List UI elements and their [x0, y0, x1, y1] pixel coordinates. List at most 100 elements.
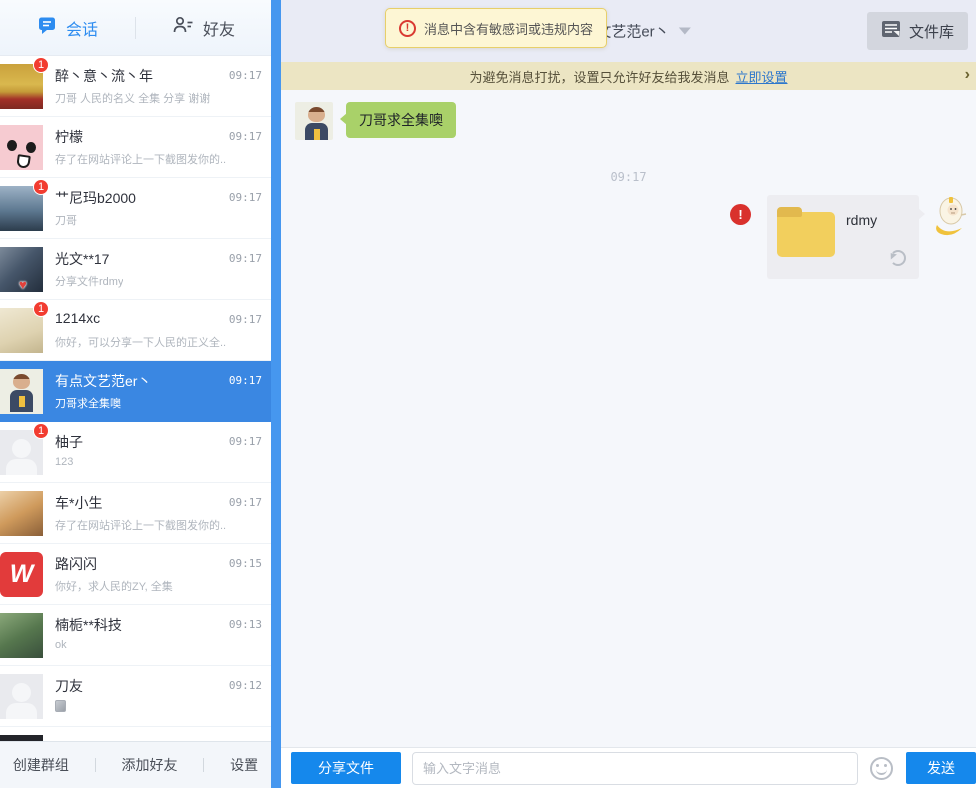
conversation-item[interactable]: 有点文艺范er丶 09:17 刀哥求全集噢 [0, 361, 271, 422]
heart-badge-icon: ♥ [19, 278, 27, 291]
conversation-time: 09:12 [229, 679, 262, 692]
add-friend-button[interactable]: 添加好友 [121, 755, 177, 775]
avatar [0, 491, 43, 536]
conversation-preview: 刀哥 人民的名义 全集 分享 谢谢 [55, 90, 210, 106]
chat-header: 有点文艺范er丶 文件库 ! 消息中含有敏感词或违规内容 [281, 0, 976, 62]
conversation-name: 刀友 [55, 676, 83, 696]
avatar [0, 369, 43, 414]
notice-bar: 为避免消息打扰，设置只允许好友给我发消息 立即设置 › [281, 62, 976, 90]
conversation-preview: ok [55, 639, 67, 651]
conversation-preview: 刀哥 [55, 212, 77, 228]
tab-label: 好友 [203, 16, 235, 40]
sidebar: 会话 好友 1 醉丶意丶流丶年 09:17 刀哥 人民的名义 全集 分享 谢谢 … [0, 0, 271, 788]
conversation-list: 1 醉丶意丶流丶年 09:17 刀哥 人民的名义 全集 分享 谢谢 柠檬 09:… [0, 56, 271, 741]
conversation-preview: 你好，可以分享一下人民的正义全.. [55, 334, 226, 350]
conversation-preview: 你好，求人民的ZY, 全集 [55, 578, 173, 594]
settings-button[interactable]: 设置 [230, 755, 258, 775]
conversation-name: 路闪闪 [55, 554, 97, 574]
message-area: 刀哥求全集噢 09:17 ! rdmy [281, 90, 976, 747]
avatar [0, 735, 43, 741]
unread-badge: 1 [33, 301, 49, 317]
avatar [0, 125, 43, 170]
unread-badge: 1 [33, 179, 49, 195]
unread-badge: 1 [33, 57, 49, 73]
emoji-icon[interactable] [870, 757, 893, 780]
chat-pane: 有点文艺范er丶 文件库 ! 消息中含有敏感词或违规内容 为避免消息打扰，设置只… [281, 0, 976, 788]
alert-circle-icon: ! [399, 20, 416, 37]
conversation-preview: 刀哥求全集噢 [55, 395, 121, 411]
conversation-name: 柠檬 [55, 127, 83, 147]
conversation-time: 09:17 [229, 252, 262, 265]
tab-friends[interactable]: 好友 [136, 0, 271, 55]
conversation-item[interactable]: W 路闪闪 09:15 你好，求人民的ZY, 全集 [0, 544, 271, 605]
conversation-preview: 存了在网站评论上一下截图发你的.. [55, 517, 226, 533]
conversation-item[interactable]: 1 1214xc 09:17 你好，可以分享一下人民的正义全.. [0, 300, 271, 361]
file-bubble[interactable]: rdmy [767, 195, 919, 279]
avatar [0, 613, 43, 658]
send-failed-icon: ! [730, 204, 751, 225]
avatar: W [0, 552, 43, 597]
share-file-button[interactable]: 分享文件 [291, 752, 401, 784]
avatar [0, 674, 43, 719]
sidebar-tabs: 会话 好友 [0, 0, 271, 56]
incoming-text: 刀哥求全集噢 [359, 112, 443, 128]
dropdown-caret-icon [679, 28, 691, 35]
conversation-item[interactable]: 1 艹尼玛b2000 09:17 刀哥 [0, 178, 271, 239]
composer-bar: 分享文件 发送 [281, 747, 976, 788]
notice-text: 为避免消息打扰，设置只允许好友给我发消息 [469, 67, 729, 86]
conversation-time: 09:17 [229, 496, 262, 509]
conversation-name: 楠栀**科技 [55, 615, 122, 635]
conversation-time: 09:15 [229, 557, 262, 570]
conversation-item[interactable]: 1 柚子 09:17 123 [0, 422, 271, 483]
conversation-name: 柚子 [55, 432, 83, 452]
conversation-name: 醉丶意丶流丶年 [55, 66, 153, 86]
conversation-time: 09:13 [229, 618, 262, 631]
tab-conversations[interactable]: 会话 [0, 0, 135, 55]
footer-divider [203, 758, 204, 772]
file-library-button[interactable]: 文件库 [867, 12, 968, 50]
unread-badge: 1 [33, 423, 49, 439]
conversation-item[interactable] [0, 727, 271, 741]
friends-icon [172, 15, 194, 40]
conversation-preview [55, 700, 66, 712]
conversation-time: 09:17 [229, 313, 262, 326]
conversation-item[interactable]: 柠檬 09:17 存了在网站评论上一下截图发你的.. [0, 117, 271, 178]
self-avatar[interactable] [931, 195, 967, 239]
conversation-preview: 分享文件rdmy [55, 273, 123, 289]
conversation-name: 1214xc [55, 310, 100, 326]
conversation-preview: 123 [55, 456, 73, 468]
chat-app: 会话 好友 1 醉丶意丶流丶年 09:17 刀哥 人民的名义 全集 分享 谢谢 … [0, 0, 976, 788]
message-input[interactable] [412, 752, 858, 785]
conversation-time: 09:17 [229, 191, 262, 204]
folder-icon [777, 212, 835, 257]
conversation-item[interactable]: 1 醉丶意丶流丶年 09:17 刀哥 人民的名义 全集 分享 谢谢 [0, 56, 271, 117]
incoming-bubble: 刀哥求全集噢 [346, 102, 456, 138]
send-button[interactable]: 发送 [906, 752, 976, 784]
file-library-label: 文件库 [909, 21, 954, 42]
conversation-item[interactable]: 车*小生 09:17 存了在网站评论上一下截图发你的.. [0, 483, 271, 544]
file-name: rdmy [846, 212, 877, 228]
sensitive-content-toast: ! 消息中含有敏感词或违规内容 [385, 8, 607, 48]
chat-bubble-icon [37, 15, 57, 40]
contact-avatar[interactable] [295, 102, 333, 140]
incoming-message: 刀哥求全集噢 [295, 102, 456, 140]
conversation-preview: 存了在网站评论上一下截图发你的.. [55, 151, 226, 167]
message-timestamp: 09:17 [281, 170, 976, 184]
conversation-item[interactable]: 楠栀**科技 09:13 ok [0, 605, 271, 666]
conversation-name: 光文**17 [55, 249, 109, 269]
conversation-time: 09:17 [229, 130, 262, 143]
image-preview-icon [55, 700, 66, 712]
conversation-time: 09:17 [229, 374, 262, 387]
tab-label: 会话 [66, 16, 98, 40]
chevron-right-icon[interactable]: › [965, 66, 970, 84]
sidebar-divider [271, 0, 281, 788]
outgoing-file-message: ! rdmy [730, 195, 967, 279]
conversation-time: 09:17 [229, 69, 262, 82]
create-group-button[interactable]: 创建群组 [13, 755, 69, 775]
conversation-item[interactable]: 刀友 09:12 [0, 666, 271, 727]
setup-now-link[interactable]: 立即设置 [736, 67, 788, 86]
retry-icon[interactable] [890, 250, 906, 266]
conversation-name: 艹尼玛b2000 [55, 188, 136, 208]
conversation-name: 车*小生 [55, 493, 102, 513]
conversation-item[interactable]: ♥ 光文**17 09:17 分享文件rdmy [0, 239, 271, 300]
